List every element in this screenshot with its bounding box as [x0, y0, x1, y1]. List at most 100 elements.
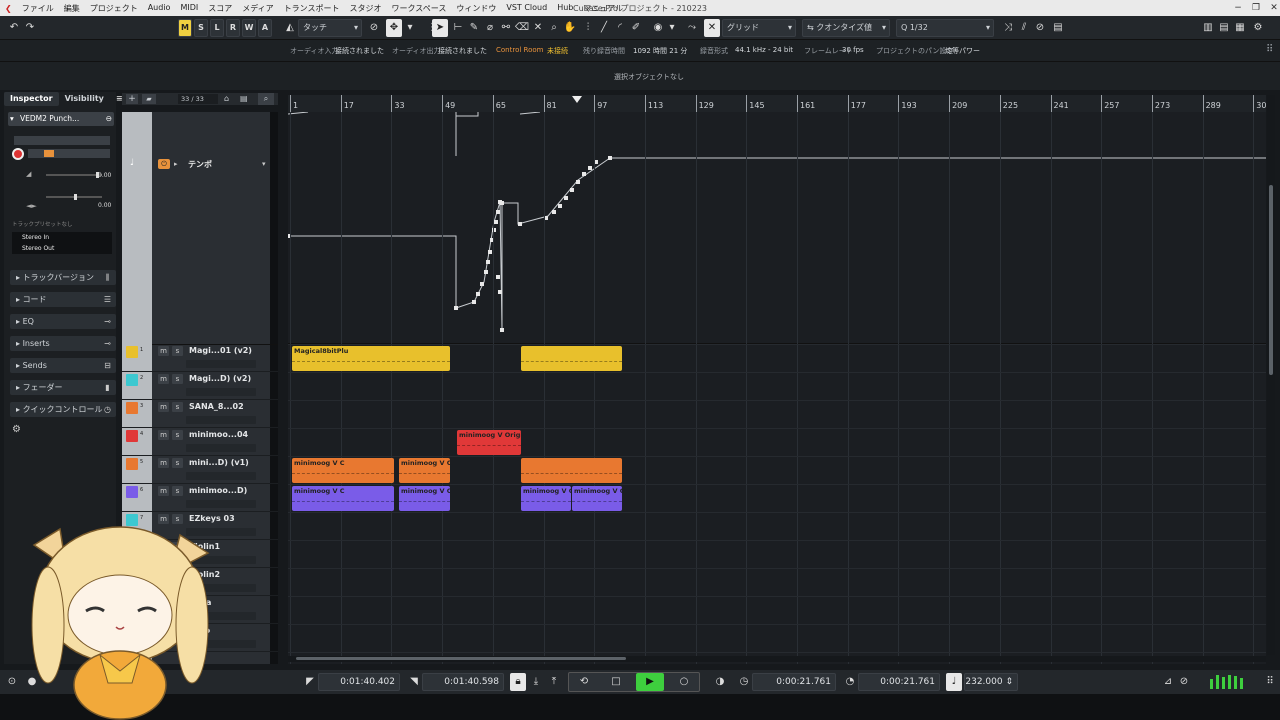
- tempo-track-chevron-icon[interactable]: ▾: [262, 160, 266, 168]
- pan-slider[interactable]: [46, 194, 102, 200]
- tempo-point[interactable]: [454, 306, 458, 310]
- midi-part-minimoog-purple-4[interactable]: minimoog V C: [572, 486, 622, 511]
- solo-button[interactable]: s: [172, 346, 183, 356]
- inspector-section-5[interactable]: ▸ フェーダー ▮: [10, 380, 116, 395]
- tempo-point[interactable]: [472, 300, 476, 304]
- edit-instrument-icon[interactable]: ⊖: [106, 112, 112, 126]
- tempo-point[interactable]: [564, 196, 568, 200]
- draw-tool-icon[interactable]: ✐: [628, 19, 644, 37]
- menu-item-10[interactable]: ウィンドウ: [451, 3, 501, 14]
- tempo-point[interactable]: [486, 260, 490, 264]
- inspector-section-3[interactable]: ▸ Inserts ⊸: [10, 336, 116, 351]
- tempo-point[interactable]: [498, 290, 502, 294]
- autoscroll-icon[interactable]: ⊘: [366, 19, 382, 37]
- tab-inspector[interactable]: Inspector: [4, 92, 59, 106]
- close-icon[interactable]: ✕: [1262, 0, 1280, 16]
- tab-visibility[interactable]: Visibility: [59, 92, 110, 106]
- inspector-settings-icon[interactable]: ⚙: [12, 424, 21, 435]
- inspector-section-2[interactable]: ▸ EQ ⊸: [10, 314, 116, 329]
- midi-part-minimoog-orange-3[interactable]: [521, 458, 622, 483]
- cut-tool-icon[interactable]: ✕: [530, 19, 546, 37]
- section-icon[interactable]: ⊟: [102, 360, 113, 371]
- quantize-preset-select[interactable]: ⇆ クオンタイズ値 ▾: [802, 19, 890, 37]
- tempo-point[interactable]: [570, 188, 574, 192]
- right-zone-icon[interactable]: ▦: [1232, 19, 1248, 37]
- volume-slider[interactable]: [46, 172, 102, 178]
- solo-button[interactable]: s: [172, 402, 183, 412]
- event-display[interactable]: Magical8bitPlu minimoog V Origi minimoog V…: [288, 112, 1266, 664]
- punch-lock-icon[interactable]: 🔒︎: [510, 673, 526, 691]
- mute-tool-icon[interactable]: ✋: [562, 19, 578, 37]
- tempo-point[interactable]: [576, 180, 580, 184]
- quantize-reset-icon[interactable]: ⊘: [1032, 19, 1048, 37]
- vertical-scrollbar-thumb[interactable]: [1269, 185, 1273, 375]
- track-buttons-row-2[interactable]: [28, 149, 110, 158]
- mute-button[interactable]: m: [158, 346, 169, 356]
- tempo-point[interactable]: [494, 220, 498, 224]
- tempo-point[interactable]: [608, 156, 612, 160]
- toolbar-w-button[interactable]: W: [242, 19, 256, 37]
- grid-type-select[interactable]: グリッド ▾: [722, 19, 796, 37]
- left-locator-display[interactable]: 0:01:40.402: [318, 673, 400, 691]
- snap-icon[interactable]: ✥: [386, 19, 402, 37]
- lower-zone-icon[interactable]: ▤: [1216, 19, 1232, 37]
- midi-part-minimoog-purple-3[interactable]: minimoog V C: [521, 486, 571, 511]
- inspector-track-name[interactable]: ▾ VEDM2 Punch... ⊖: [8, 112, 114, 126]
- tempo-point[interactable]: [582, 172, 586, 176]
- mute-button[interactable]: m: [158, 402, 169, 412]
- track-controls[interactable]: [186, 416, 256, 424]
- control-room-label[interactable]: Control Room: [496, 46, 543, 54]
- section-icon[interactable]: ⊸: [102, 338, 113, 349]
- input-routing[interactable]: Stereo In: [12, 232, 112, 243]
- section-icon[interactable]: ◷: [102, 404, 113, 415]
- inspector-section-0[interactable]: ▸ トラックバージョン ⫼: [10, 270, 116, 285]
- track-row-1[interactable]: 1 m s Magi...01 (v2): [122, 344, 278, 372]
- menu-item-13[interactable]: マニュアル: [578, 3, 628, 14]
- list-icon[interactable]: ▤: [240, 94, 250, 104]
- automation-panel-icon[interactable]: ⊿: [1160, 673, 1176, 691]
- toolbar-s-button[interactable]: S: [194, 19, 208, 37]
- stop-icon[interactable]: □: [608, 673, 624, 691]
- menu-item-0[interactable]: ファイル: [17, 3, 59, 14]
- primary-time-display[interactable]: 0:00:21.761: [752, 673, 836, 691]
- toolbar-r-button[interactable]: R: [226, 19, 240, 37]
- track-row-2[interactable]: 2 m s Magi...D) (v2): [122, 372, 278, 400]
- statusline-menu-icon[interactable]: ⠿: [1266, 44, 1273, 55]
- cursor-marker-icon[interactable]: [572, 96, 582, 103]
- tempo-point[interactable]: [476, 292, 480, 296]
- midi-part-minimoog-red[interactable]: minimoog V Origi: [457, 430, 521, 455]
- quantize-panel-icon[interactable]: ▤: [1050, 19, 1066, 37]
- transport-settings-icon[interactable]: ⊙: [4, 673, 20, 691]
- play-icon[interactable]: ▶: [636, 673, 664, 691]
- inspector-section-6[interactable]: ▸ クイックコントロール ◷: [10, 402, 116, 417]
- record-enable-icon[interactable]: [12, 148, 24, 160]
- midi-part-magical[interactable]: Magical8bitPlu: [292, 346, 450, 371]
- glue-icon[interactable]: ⚯: [498, 19, 514, 37]
- tempo-curve[interactable]: [288, 112, 1266, 344]
- click-icon[interactable]: ◑: [712, 673, 728, 691]
- solo-button[interactable]: s: [172, 374, 183, 384]
- section-icon[interactable]: ⫼: [102, 272, 113, 283]
- menu-item-8[interactable]: スタジオ: [345, 3, 387, 14]
- horizontal-scrollbar-thumb[interactable]: [296, 657, 626, 660]
- tempo-write-button[interactable]: ▸: [174, 159, 184, 169]
- tempo-read-button[interactable]: ⏻: [158, 159, 170, 169]
- track-controls[interactable]: [186, 500, 256, 508]
- midi-part-minimoog-orange-2[interactable]: minimoog V C: [399, 458, 450, 483]
- midi-part-minimoog-purple-1[interactable]: minimoog V C: [292, 486, 394, 511]
- track-row-3[interactable]: 3 m s SANA_8...02: [122, 400, 278, 428]
- solo-button[interactable]: s: [172, 430, 183, 440]
- menu-item-4[interactable]: MIDI: [175, 3, 203, 14]
- comp-tool-icon[interactable]: ⫶: [580, 19, 596, 37]
- folder-icon[interactable]: ▰: [142, 94, 156, 104]
- app-icon[interactable]: ❮: [0, 4, 17, 13]
- toolbar-settings-icon[interactable]: ⚙: [1250, 19, 1266, 37]
- nudge-icon[interactable]: ⤳: [684, 19, 700, 37]
- automation-icon[interactable]: ◭: [282, 19, 298, 37]
- track-row-5[interactable]: 5 m s mini...D) (v1): [122, 456, 278, 484]
- section-icon[interactable]: ☰: [102, 294, 113, 305]
- left-zone-icon[interactable]: ▥: [1200, 19, 1216, 37]
- erase-tool-icon[interactable]: ⌫: [514, 19, 530, 37]
- tempo-point[interactable]: [480, 282, 484, 286]
- quantize-value-select[interactable]: Q 1/32 ▾: [896, 19, 994, 37]
